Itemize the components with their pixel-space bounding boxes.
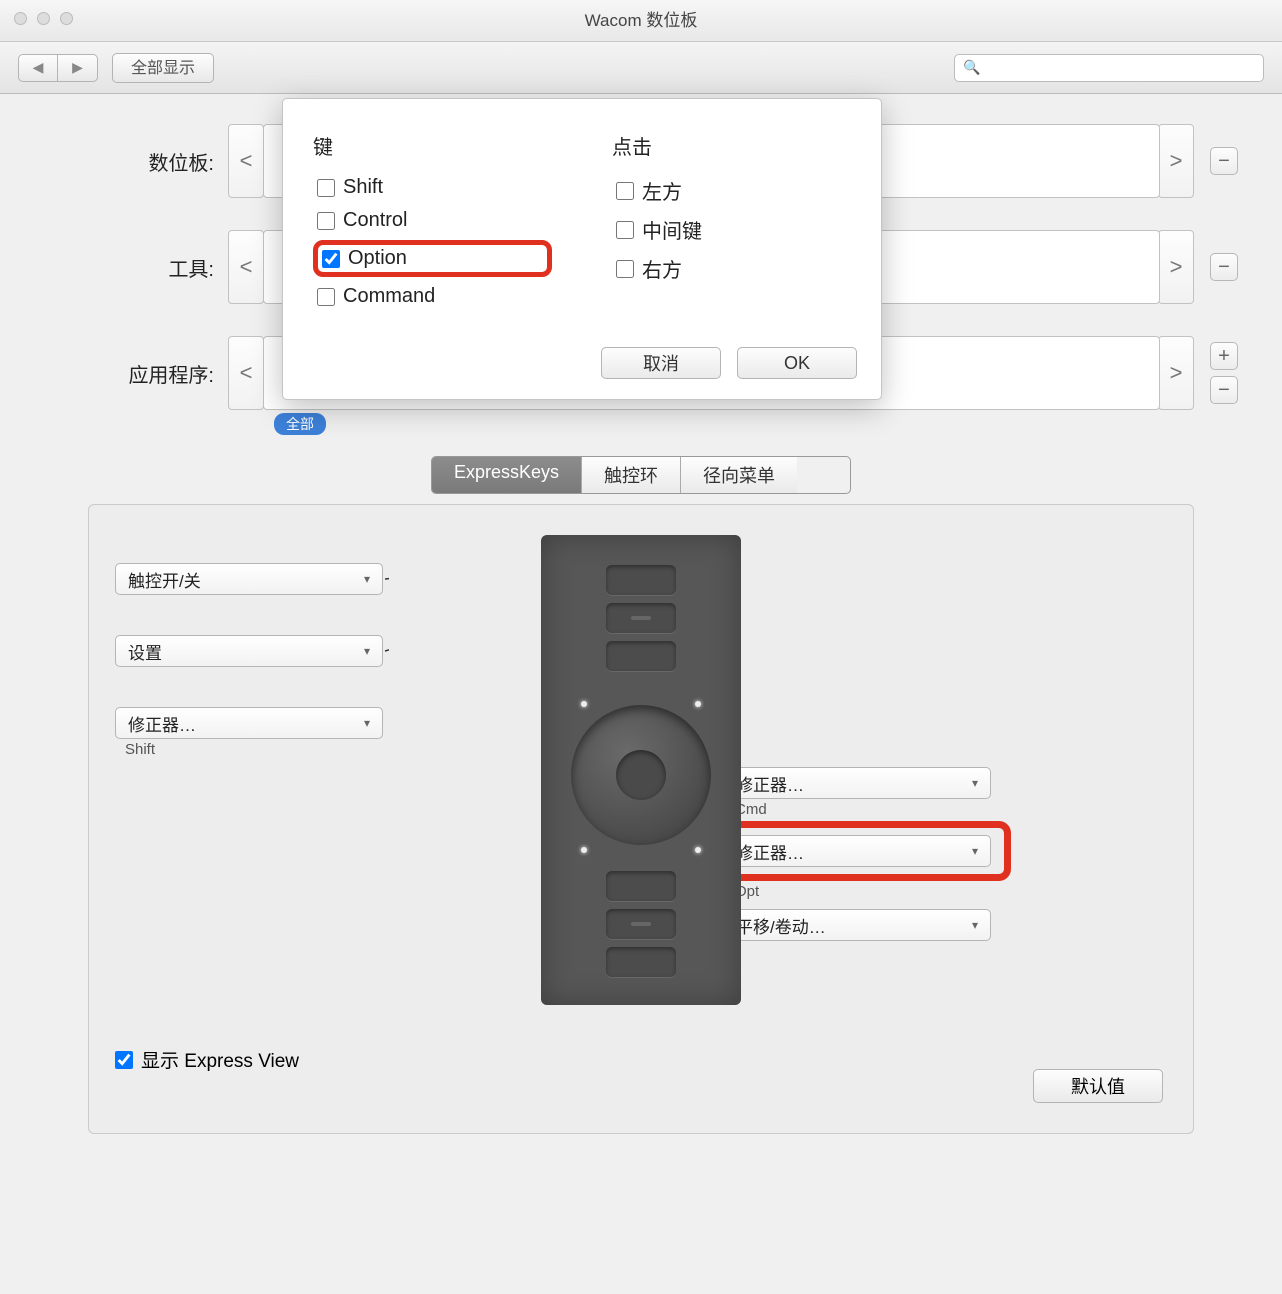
app-prev-button[interactable]: < [228,336,264,410]
key3-sublabel: Shift [125,741,155,758]
show-all-button[interactable]: 全部显示 [112,53,214,83]
left-click-checkbox[interactable]: 左方 [612,174,851,207]
tab-touchring[interactable]: 触控环 [582,457,681,493]
key1-dropdown[interactable]: 触控开/关 [115,563,383,595]
tab-bar: ExpressKeys 触控环 径向菜单 [431,456,851,494]
app-next-button[interactable]: > [1158,336,1194,410]
right-click-checkbox[interactable]: 右方 [612,252,851,285]
tablet-prev-button[interactable]: < [228,124,264,198]
search-icon: 🔍 [963,59,980,76]
control-checkbox[interactable]: Control [313,207,552,234]
tablet-next-button[interactable]: > [1158,124,1194,198]
minimize-icon[interactable] [37,12,50,25]
zoom-icon[interactable] [60,12,73,25]
device-graphic [541,535,741,1005]
expresskeys-panel: 触控开/关 设置 修正器… Shift 修正器… Cmd 修正器… Opt 平移… [88,504,1194,1134]
device-key2 [606,603,676,633]
device-key5 [606,909,676,939]
show-expressview-checkbox[interactable]: 显示 Express View [115,1046,299,1073]
modifier-dialog: 键 Shift Control Option Command 点击 左方 中间键… [282,98,882,400]
tablet-label: 数位板: [44,147,228,176]
app-remove-button[interactable]: − [1210,376,1238,404]
device-key4 [606,871,676,901]
app-label: 应用程序: [44,359,228,388]
close-icon[interactable] [14,12,27,25]
click-header: 点击 [612,131,851,160]
window-controls [14,12,73,25]
device-key6 [606,947,676,977]
device-key3 [606,641,676,671]
key6-dropdown[interactable]: 平移/卷动… [723,909,991,941]
ok-button[interactable]: OK [737,347,857,379]
key4-dropdown[interactable]: 修正器… [723,767,991,799]
click-column: 点击 左方 中间键 右方 [612,131,851,316]
default-button[interactable]: 默认值 [1033,1069,1163,1103]
forward-button[interactable]: ▶ [58,54,98,82]
tab-expresskeys[interactable]: ExpressKeys [432,457,582,493]
key3-dropdown[interactable]: 修正器… [115,707,383,739]
nav-buttons: ◀ ▶ [18,54,98,82]
cancel-button[interactable]: 取消 [601,347,721,379]
toolbar: ◀ ▶ 全部显示 🔍 [0,42,1282,94]
shift-checkbox[interactable]: Shift [313,174,552,201]
key2-dropdown[interactable]: 设置 [115,635,383,667]
middle-click-checkbox[interactable]: 中间键 [612,213,851,246]
keys-header: 键 [313,131,552,160]
window-title: Wacom 数位板 [0,0,1282,42]
tool-next-button[interactable]: > [1158,230,1194,304]
key5-dropdown[interactable]: 修正器… [723,835,991,867]
tool-prev-button[interactable]: < [228,230,264,304]
option-checkbox[interactable]: Option [313,240,552,277]
back-button[interactable]: ◀ [18,54,58,82]
tool-label: 工具: [44,253,228,282]
titlebar: Wacom 数位板 [0,0,1282,42]
show-expressview-input[interactable] [115,1051,133,1069]
command-checkbox[interactable]: Command [313,283,552,310]
device-ring [571,705,711,845]
keys-column: 键 Shift Control Option Command [313,131,552,316]
tablet-remove-button[interactable]: − [1210,147,1238,175]
app-add-button[interactable]: + [1210,342,1238,370]
search-input[interactable]: 🔍 [954,54,1264,82]
tab-radialmenu[interactable]: 径向菜单 [681,457,797,493]
device-key1 [606,565,676,595]
tool-remove-button[interactable]: − [1210,253,1238,281]
app-all-pill[interactable]: 全部 [274,413,326,435]
